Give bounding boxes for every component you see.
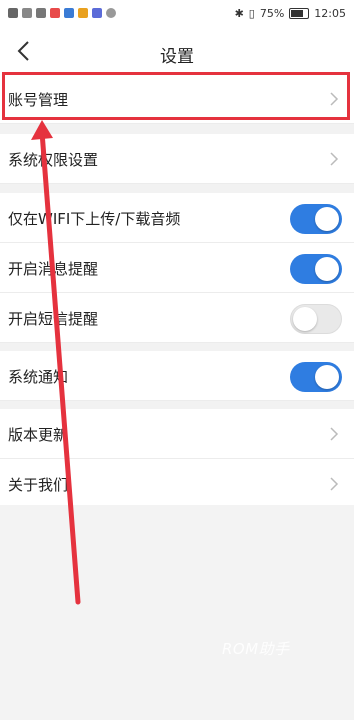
system-notify-label: 系统通知 bbox=[8, 368, 69, 386]
battery-icon bbox=[289, 8, 310, 19]
page-title: 设置 bbox=[160, 47, 194, 67]
system-notify-toggle[interactable] bbox=[290, 362, 342, 392]
account-management-item[interactable]: 账号管理 bbox=[0, 74, 354, 124]
vibrate-icon: ▯ bbox=[248, 7, 255, 20]
app-header: 设置 bbox=[0, 30, 354, 74]
battery-percent: 75% bbox=[259, 7, 285, 20]
chevron-right-icon bbox=[330, 92, 339, 106]
sms-alerts-item: 开启短信提醒 bbox=[0, 293, 354, 343]
notification-icons bbox=[8, 8, 116, 18]
app-notification-icon bbox=[92, 8, 102, 18]
system-permissions-label: 系统权限设置 bbox=[8, 151, 99, 169]
sim-icon bbox=[8, 8, 18, 18]
message-alerts-toggle[interactable] bbox=[290, 254, 342, 284]
version-update-label: 版本更新 bbox=[8, 426, 69, 444]
about-us-label: 关于我们 bbox=[8, 476, 69, 494]
wifi-audio-toggle[interactable] bbox=[290, 204, 342, 234]
message-alerts-label: 开启消息提醒 bbox=[8, 260, 99, 278]
status-bar: ✱ ▯ 75% 12:05 bbox=[0, 0, 354, 30]
clock: 12:05 bbox=[314, 7, 346, 20]
system-permissions-item[interactable]: 系统权限设置 bbox=[0, 134, 354, 184]
app-notification-icon bbox=[78, 8, 88, 18]
app-notification-icon bbox=[64, 8, 74, 18]
account-management-label: 账号管理 bbox=[8, 91, 69, 109]
watermark: ROM助手 bbox=[222, 640, 290, 658]
chevron-right-icon bbox=[330, 152, 339, 166]
toggle-knob bbox=[293, 307, 317, 331]
toggle-knob bbox=[315, 207, 339, 231]
chevron-right-icon bbox=[330, 477, 339, 491]
bluetooth-icon: ✱ bbox=[234, 7, 244, 20]
chevron-right-icon bbox=[330, 427, 339, 441]
toggle-knob bbox=[315, 365, 339, 389]
wifi-audio-item: 仅在WIFI下上传/下载音频 bbox=[0, 193, 354, 243]
sms-alerts-toggle[interactable] bbox=[290, 304, 342, 334]
system-notify-item: 系统通知 bbox=[0, 351, 354, 401]
wifi-icon bbox=[36, 8, 46, 18]
signal-icon bbox=[22, 8, 32, 18]
message-alerts-item: 开启消息提醒 bbox=[0, 243, 354, 293]
app-notification-icon bbox=[50, 8, 60, 18]
system-status: ✱ ▯ 75% 12:05 bbox=[235, 7, 346, 20]
about-us-item[interactable]: 关于我们 bbox=[0, 459, 354, 509]
more-icon bbox=[106, 8, 116, 18]
toggle-knob bbox=[315, 257, 339, 281]
sms-alerts-label: 开启短信提醒 bbox=[8, 310, 99, 328]
wifi-audio-label: 仅在WIFI下上传/下载音频 bbox=[8, 210, 181, 228]
version-update-item[interactable]: 版本更新 bbox=[0, 409, 354, 459]
empty-area bbox=[0, 505, 354, 720]
